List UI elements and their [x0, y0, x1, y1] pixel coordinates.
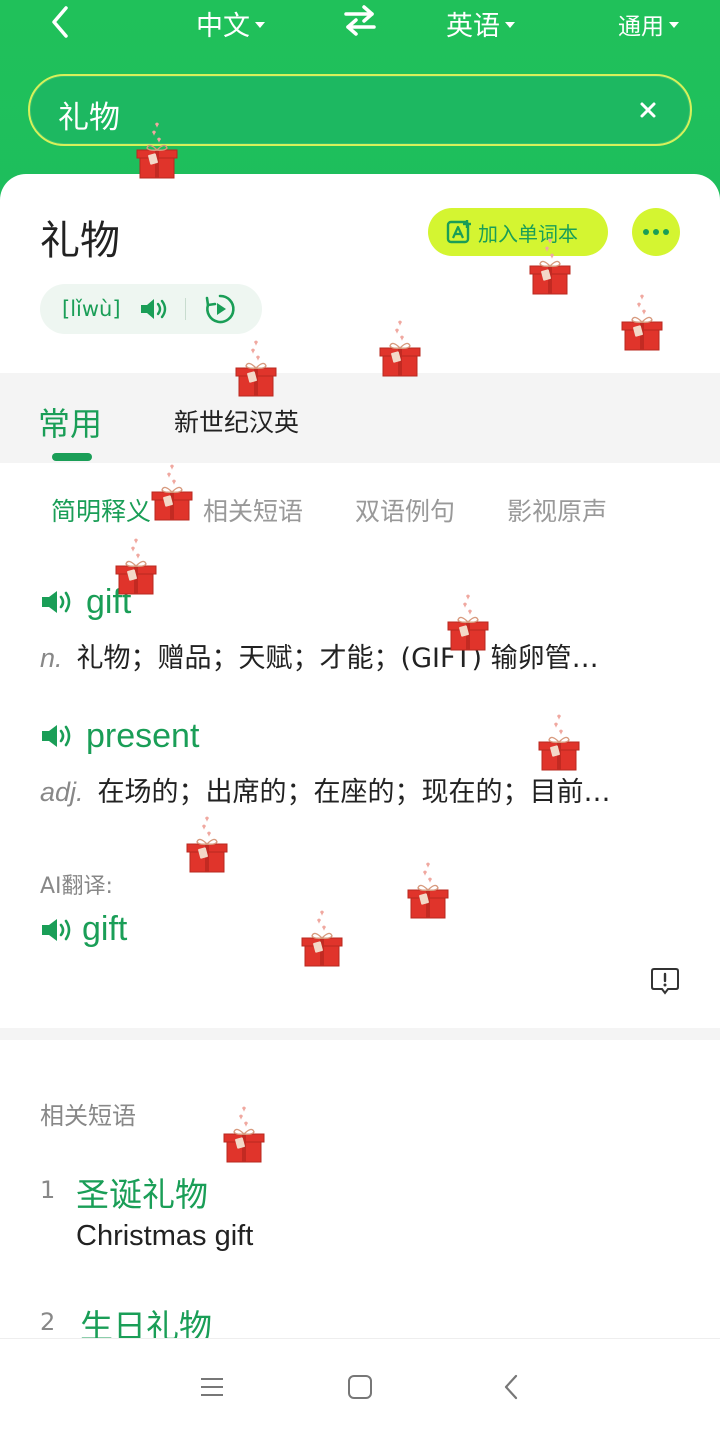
gift-box-icon — [235, 340, 277, 397]
part-of-speech: adj. — [40, 777, 84, 807]
pronunciation-pill: [lǐwù] — [40, 284, 262, 334]
gift-box-icon — [151, 464, 193, 521]
ai-translation-word: gift — [82, 910, 128, 948]
gift-box-icon — [447, 594, 489, 651]
tab-brief-definitions[interactable]: 简明释义 — [51, 492, 151, 528]
translation-word[interactable]: present — [86, 717, 199, 756]
speaker-icon[interactable] — [40, 589, 74, 615]
speaker-icon[interactable] — [40, 917, 74, 943]
gift-box-icon — [301, 910, 343, 967]
definition: 在场的；出席的；在座的；现在的；目前… — [97, 777, 611, 808]
chevron-down-icon — [505, 21, 515, 28]
phrase-number: 1 — [40, 1176, 56, 1204]
gift-box-icon — [136, 122, 178, 179]
swap-languages-icon[interactable] — [342, 4, 378, 36]
phrase-chinese[interactable]: 圣诞礼物 — [76, 1168, 208, 1216]
gift-box-icon — [186, 816, 228, 873]
clear-icon[interactable] — [634, 96, 662, 124]
more-options-button[interactable] — [632, 208, 680, 256]
chevron-down-icon — [669, 22, 679, 28]
gift-box-icon — [115, 538, 157, 595]
back-nav-icon[interactable] — [498, 1373, 526, 1401]
back-icon[interactable] — [40, 2, 80, 42]
repeat-play-icon[interactable] — [204, 293, 236, 325]
target-language-label: 英语 — [446, 11, 500, 42]
headword: 礼物 — [40, 218, 120, 264]
search-value: 礼物 — [58, 100, 120, 136]
definition: 礼物；赠品；天赋；才能；(GIFT) 输卵管… — [76, 643, 599, 674]
top-bar: 中文 英语 通用 — [0, 0, 720, 44]
gift-box-icon — [379, 320, 421, 377]
ai-translation-label: AI翻译: — [40, 874, 113, 899]
target-language-select[interactable]: 英语 — [446, 4, 515, 43]
phrase-english: Christmas gift — [76, 1220, 254, 1252]
tab-related-phrases[interactable]: 相关短语 — [203, 492, 303, 528]
related-phrases-title: 相关短语 — [40, 1102, 136, 1130]
dictionary-tabs: 常用 新世纪汉英 — [0, 373, 720, 463]
section-tabs: 简明释义 相关短语 双语例句 影视原声 — [0, 492, 720, 532]
ai-translation[interactable]: gift — [40, 910, 127, 949]
add-to-wordbook-button[interactable]: 加入单词本 — [428, 208, 608, 256]
translation-entry[interactable]: present adj. 在场的；出席的；在座的；现在的；目前… — [40, 714, 690, 809]
speaker-icon[interactable] — [40, 723, 74, 749]
phrase-number: 2 — [40, 1308, 56, 1336]
gift-box-icon — [538, 714, 580, 771]
tab-bilingual-examples[interactable]: 双语例句 — [355, 492, 455, 528]
part-of-speech: n. — [40, 643, 63, 673]
gift-box-icon — [407, 862, 449, 919]
tab-common[interactable]: 常用 — [38, 399, 102, 445]
more-dots-icon — [643, 229, 669, 235]
mode-label: 通用 — [618, 14, 664, 40]
tab-movie-audio[interactable]: 影视原声 — [507, 492, 607, 528]
source-language-label: 中文 — [196, 11, 250, 42]
search-input[interactable]: 礼物 — [28, 74, 692, 146]
feedback-icon[interactable] — [650, 966, 680, 996]
speaker-icon[interactable] — [139, 297, 169, 321]
system-nav-bar — [0, 1338, 720, 1434]
menu-icon[interactable] — [198, 1373, 226, 1401]
section-divider — [0, 1028, 720, 1040]
pinyin: [lǐwù] — [62, 297, 121, 321]
divider — [184, 298, 186, 320]
chevron-down-icon — [255, 21, 265, 28]
mode-select[interactable]: 通用 — [618, 7, 679, 41]
active-tab-indicator — [52, 453, 92, 461]
tab-new-century[interactable]: 新世纪汉英 — [174, 403, 299, 439]
gift-box-icon — [223, 1106, 265, 1163]
source-language-select[interactable]: 中文 — [196, 4, 265, 43]
gift-box-icon — [529, 238, 571, 295]
home-icon[interactable] — [346, 1373, 374, 1401]
gift-box-icon — [621, 294, 663, 351]
result-card: 礼物 加入单词本 [lǐwù] 常用 新世纪汉英 简明释义 相关短语 双语例句 … — [0, 174, 720, 1346]
wordbook-add-icon — [446, 220, 471, 244]
